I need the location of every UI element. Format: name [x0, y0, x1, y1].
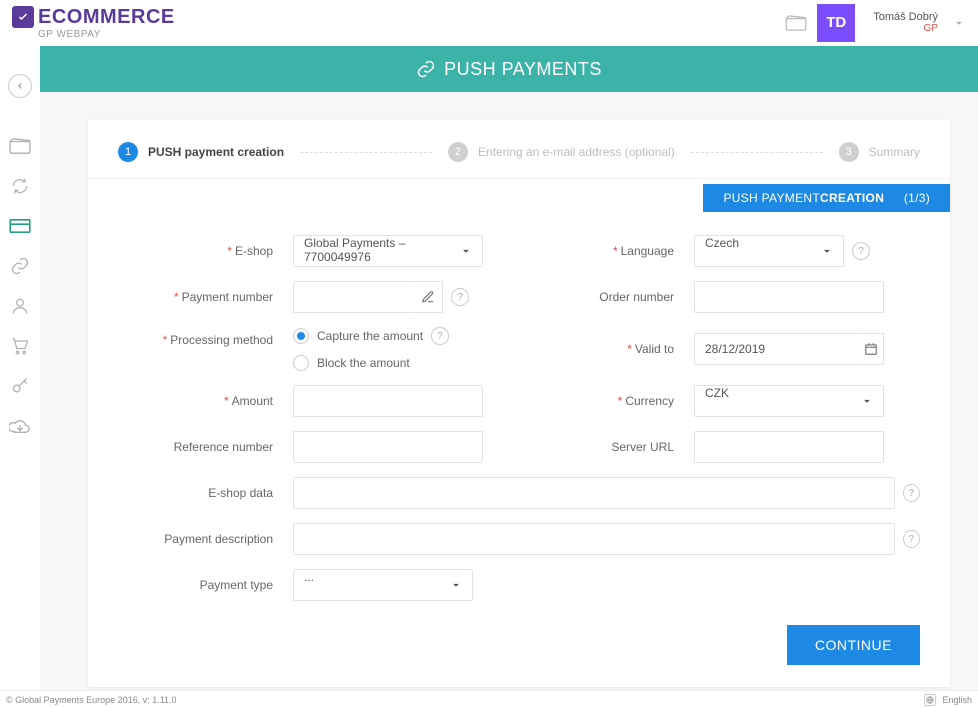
help-icon[interactable]: ?: [903, 484, 920, 502]
payment-type-select[interactable]: ...: [293, 569, 473, 601]
label-processing-method: Processing method: [170, 333, 273, 347]
step-number: 2: [448, 142, 468, 162]
sidebar-user-icon[interactable]: [8, 294, 32, 318]
label-amount: Amount: [232, 394, 273, 408]
eshop-select[interactable]: Global Payments – 7700049976: [293, 235, 483, 267]
wallet-icon[interactable]: [785, 15, 807, 31]
footer-language[interactable]: English: [942, 695, 972, 705]
page-title: PUSH PAYMENTS: [444, 59, 602, 80]
label-payment-description: Payment description: [164, 532, 273, 546]
brand-block: ECOMMERCE GP WEBPAY: [12, 6, 175, 40]
sidebar: [0, 46, 40, 690]
label-order-number: Order number: [599, 290, 674, 304]
sidebar-cloud-icon[interactable]: [8, 414, 32, 438]
step-3[interactable]: 3 Summary: [839, 142, 920, 162]
user-name: Tomáš Dobrý: [873, 11, 938, 23]
footer: © Global Payments Europe 2016, v: 1.11.0…: [0, 690, 978, 708]
label-reference-number: Reference number: [174, 440, 273, 454]
language-select[interactable]: Czech: [694, 235, 844, 267]
radio-block[interactable]: Block the amount: [293, 355, 449, 371]
user-company: GP: [924, 23, 938, 34]
help-icon[interactable]: ?: [903, 530, 920, 548]
progress-pre: PUSH PAYMENT: [723, 191, 820, 205]
sidebar-card-icon[interactable]: [8, 214, 32, 238]
globe-icon[interactable]: [924, 694, 936, 706]
step-2[interactable]: 2 Entering an e-mail address (optional): [448, 142, 675, 162]
order-number-input[interactable]: [694, 281, 884, 313]
brand-title: ECOMMERCE: [38, 6, 175, 29]
chevron-down-icon[interactable]: [952, 16, 966, 30]
progress-tab: PUSH PAYMENTCREATION (1/3): [703, 184, 950, 212]
label-payment-type: Payment type: [200, 578, 273, 592]
brand-logo-icon: [12, 6, 34, 28]
form-card: 1 PUSH payment creation 2 Entering an e-…: [88, 120, 950, 687]
continue-button[interactable]: CONTINUE: [787, 625, 920, 665]
currency-select[interactable]: CZK: [694, 385, 884, 417]
step-label: Summary: [869, 145, 920, 159]
radio-label: Block the amount: [317, 356, 410, 370]
progress-fraction: (1/3): [904, 191, 930, 205]
step-separator: [691, 152, 823, 153]
server-url-input[interactable]: [694, 431, 884, 463]
label-valid-to: Valid to: [635, 342, 674, 356]
main-region: PUSH PAYMENTS 1 PUSH payment creation 2 …: [40, 46, 978, 690]
help-icon[interactable]: ?: [431, 327, 449, 345]
payment-number-input[interactable]: [293, 281, 413, 313]
progress-bold: CREATION: [820, 191, 884, 205]
radio-capture[interactable]: Capture the amount ?: [293, 327, 449, 345]
footer-copyright: © Global Payments Europe 2016, v: 1.11.0: [6, 695, 177, 705]
sidebar-wallet-icon[interactable]: [8, 134, 32, 158]
processing-method-radio-group: Capture the amount ? Block the amount: [293, 327, 449, 371]
radio-icon: [293, 355, 309, 371]
link-icon: [416, 59, 436, 79]
page-banner: PUSH PAYMENTS: [40, 46, 978, 92]
calendar-button[interactable]: [858, 333, 884, 365]
step-label: PUSH payment creation: [148, 145, 284, 159]
payment-description-input[interactable]: [293, 523, 895, 555]
sidebar-link-icon[interactable]: [8, 254, 32, 278]
label-server-url: Server URL: [611, 440, 674, 454]
valid-to-input[interactable]: [694, 333, 858, 365]
sidebar-cart-icon[interactable]: [8, 334, 32, 358]
app-header: ECOMMERCE GP WEBPAY TD Tomáš Dobrý GP: [0, 0, 978, 46]
step-separator: [300, 152, 432, 153]
step-number: 3: [839, 142, 859, 162]
help-icon[interactable]: ?: [451, 288, 469, 306]
label-currency: Currency: [625, 394, 674, 408]
avatar[interactable]: TD: [817, 4, 855, 42]
step-label: Entering an e-mail address (optional): [478, 145, 675, 159]
radio-label: Capture the amount: [317, 329, 423, 343]
amount-input[interactable]: [293, 385, 483, 417]
step-1[interactable]: 1 PUSH payment creation: [118, 142, 284, 162]
eshop-data-input[interactable]: [293, 477, 895, 509]
label-payment-number: Payment number: [182, 290, 273, 304]
sidebar-toggle[interactable]: [8, 74, 32, 98]
user-menu[interactable]: Tomáš Dobrý GP: [873, 11, 938, 34]
stepper: 1 PUSH payment creation 2 Entering an e-…: [88, 142, 950, 179]
help-icon[interactable]: ?: [852, 242, 870, 260]
radio-icon: [293, 328, 309, 344]
step-number: 1: [118, 142, 138, 162]
push-payment-form: *E-shop Global Payments – 7700049976 *La…: [88, 195, 950, 601]
sidebar-key-icon[interactable]: [8, 374, 32, 398]
generate-number-button[interactable]: [413, 281, 443, 313]
brand-subtitle: GP WEBPAY: [38, 29, 175, 40]
sidebar-refresh-icon[interactable]: [8, 174, 32, 198]
label-language: Language: [621, 244, 674, 258]
reference-number-input[interactable]: [293, 431, 483, 463]
label-eshop-data: E-shop data: [208, 486, 273, 500]
label-eshop: E-shop: [235, 244, 273, 258]
